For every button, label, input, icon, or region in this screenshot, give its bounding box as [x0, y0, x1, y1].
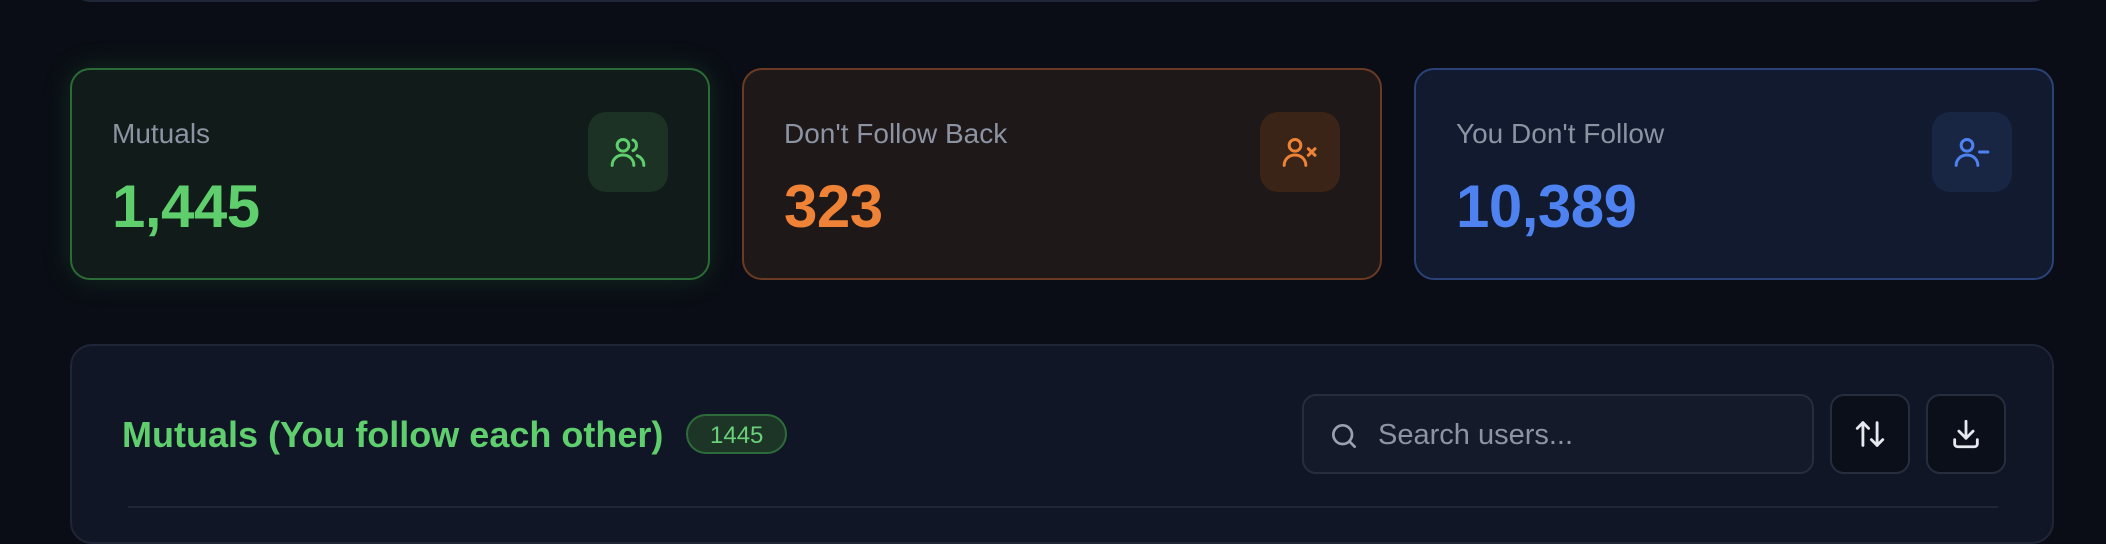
- stat-card-dont-follow-back[interactable]: Don't Follow Back 323: [742, 68, 1382, 280]
- stat-card-mutuals[interactable]: Mutuals 1,445: [70, 68, 710, 280]
- user-minus-icon: [1954, 138, 1990, 167]
- download-button[interactable]: [1926, 394, 2006, 474]
- stat-icon-box: [1932, 112, 2012, 192]
- search-box[interactable]: [1302, 394, 1814, 474]
- stat-label: You Don't Follow: [1456, 118, 1665, 149]
- stat-label: Mutuals: [112, 118, 211, 149]
- user-x-icon: [1282, 138, 1317, 167]
- stat-value: 1,445: [112, 173, 260, 240]
- users-icon: [610, 138, 646, 167]
- stat-icon-box: [588, 112, 668, 192]
- stat-value: 323: [784, 173, 883, 240]
- list-title: Mutuals (You follow each other): [122, 414, 664, 455]
- download-icon: [1953, 419, 1979, 449]
- search-input[interactable]: [1376, 396, 1800, 474]
- stat-value: 10,389: [1456, 173, 1637, 240]
- stat-card-you-dont-follow[interactable]: You Don't Follow 10,389: [1414, 68, 2054, 280]
- search-icon: [1332, 424, 1356, 448]
- top-panel: [70, 0, 2052, 2]
- count-badge: 1445: [686, 414, 788, 454]
- stat-label: Don't Follow Back: [784, 118, 1008, 149]
- sort-arrows-icon: [1855, 421, 1885, 447]
- sort-button[interactable]: [1830, 394, 1910, 474]
- user-list-panel: Mutuals (You follow each other) 1445: [70, 344, 2054, 544]
- stat-icon-box: [1260, 112, 1340, 192]
